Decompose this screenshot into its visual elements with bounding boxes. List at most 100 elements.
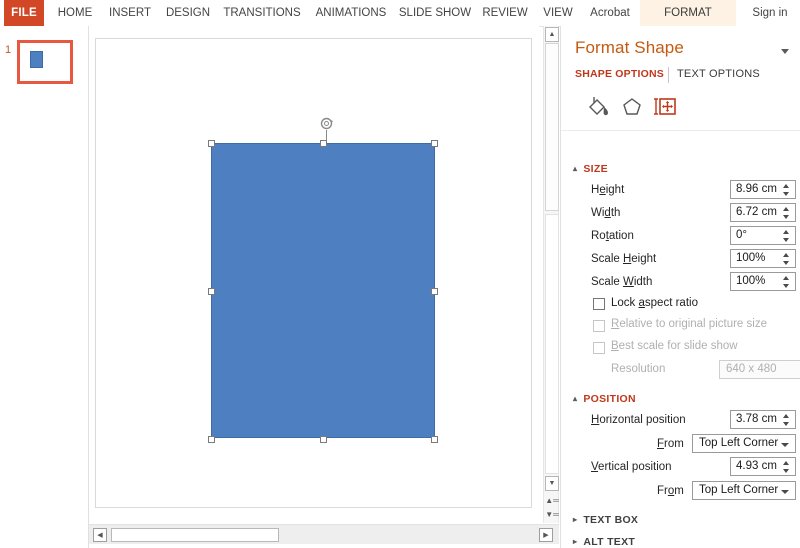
tab-home[interactable]: HOME xyxy=(52,0,98,26)
panel-category-icons xyxy=(575,92,787,128)
resize-handle-bottom-right[interactable] xyxy=(431,436,438,443)
tab-divider xyxy=(668,67,669,83)
tab-acrobat[interactable]: Acrobat xyxy=(584,0,636,26)
vertical-scroll-track[interactable] xyxy=(545,214,559,474)
section-header-position[interactable]: ▴ POSITION xyxy=(573,393,636,405)
scale-height-input[interactable]: 100% xyxy=(730,249,796,268)
width-input[interactable]: 6.72 cm xyxy=(730,203,796,222)
resolution-value: 640 x 480 xyxy=(726,363,777,375)
horizontal-position-value: 3.78 cm xyxy=(736,413,777,425)
scroll-left-icon[interactable]: ◀ xyxy=(93,528,107,542)
horizontal-from-value: Top Left Corner xyxy=(699,437,779,449)
label-height: Height xyxy=(591,184,625,196)
chevron-down-icon[interactable] xyxy=(778,44,792,58)
scale-width-spinner[interactable] xyxy=(783,275,791,289)
horizontal-position-input[interactable]: 3.78 cm xyxy=(730,410,796,429)
chevron-down-icon xyxy=(781,490,789,494)
panel-divider xyxy=(561,130,800,131)
tab-slide-show[interactable]: SLIDE SHOW xyxy=(396,0,474,26)
label-from-vertical: From xyxy=(657,485,684,497)
slide-thumbnail-pane: 1 xyxy=(0,26,89,548)
relative-to-original-picture-size-checkbox xyxy=(593,320,605,332)
fill-and-line-icon[interactable] xyxy=(583,92,613,122)
vertical-from-value: Top Left Corner xyxy=(699,484,779,496)
tab-format[interactable]: FORMAT xyxy=(640,0,736,26)
expand-triangle-icon: ▴ xyxy=(573,164,578,173)
tab-review[interactable]: REVIEW xyxy=(478,0,532,26)
resize-handle-middle-right[interactable] xyxy=(431,288,438,295)
label-lock-aspect-ratio: Lock aspect ratio xyxy=(611,297,698,309)
tab-text-options[interactable]: TEXT OPTIONS xyxy=(677,68,760,80)
label-vertical-position: Vertical position xyxy=(591,461,672,473)
expand-triangle-icon: ▴ xyxy=(573,394,578,403)
vertical-from-dropdown[interactable]: Top Left Corner xyxy=(692,481,796,500)
chevron-down-icon xyxy=(781,443,789,447)
horizontal-position-spinner[interactable] xyxy=(783,413,791,427)
rotation-input[interactable]: 0° xyxy=(730,226,796,245)
rotate-icon[interactable] xyxy=(319,116,334,131)
size-and-properties-icon[interactable] xyxy=(651,92,681,122)
label-best-scale-for-slide-show: Best scale for slide show xyxy=(611,340,738,352)
height-spinner[interactable] xyxy=(783,183,791,197)
label-resolution: Resolution xyxy=(611,363,666,375)
previous-slide-icon[interactable]: ▲═ xyxy=(545,494,559,508)
tab-design[interactable]: DESIGN xyxy=(162,0,214,26)
scroll-up-icon[interactable]: ▲ xyxy=(545,27,559,42)
panel-title: Format Shape xyxy=(575,38,684,57)
scale-height-spinner[interactable] xyxy=(783,252,791,266)
scroll-right-icon[interactable]: ▶ xyxy=(539,528,553,542)
label-scale-height: Scale Height xyxy=(591,253,657,265)
resize-handle-middle-left[interactable] xyxy=(208,288,215,295)
effects-icon[interactable] xyxy=(617,92,647,122)
collapse-triangle-icon: ▸ xyxy=(573,515,578,524)
resize-handle-bottom-left[interactable] xyxy=(208,436,215,443)
thumbnail-frame[interactable] xyxy=(17,40,73,84)
next-slide-icon[interactable]: ▼═ xyxy=(545,508,559,522)
height-input[interactable]: 8.96 cm xyxy=(730,180,796,199)
slide-surface[interactable] xyxy=(95,38,532,508)
vertical-position-spinner[interactable] xyxy=(783,460,791,474)
section-header-text-box[interactable]: ▸ TEXT BOX xyxy=(573,514,638,526)
ribbon-tab-bar: FILE HOME INSERT DESIGN TRANSITIONS ANIM… xyxy=(0,0,800,27)
resize-handle-top-right[interactable] xyxy=(431,140,438,147)
section-title-text-box: TEXT BOX xyxy=(583,514,639,526)
rotation-value: 0° xyxy=(736,229,747,241)
panel-option-tabs: SHAPE OPTIONS TEXT OPTIONS xyxy=(575,67,787,88)
scroll-down-icon[interactable]: ▼ xyxy=(545,476,559,491)
tab-animations[interactable]: ANIMATIONS xyxy=(310,0,392,26)
vertical-position-input[interactable]: 4.93 cm xyxy=(730,457,796,476)
scale-width-input[interactable]: 100% xyxy=(730,272,796,291)
section-header-alt-text[interactable]: ▸ ALT TEXT xyxy=(573,536,635,548)
resize-handle-bottom-center[interactable] xyxy=(320,436,327,443)
powerpoint-window: FILE HOME INSERT DESIGN TRANSITIONS ANIM… xyxy=(0,0,800,548)
tab-shape-options[interactable]: SHAPE OPTIONS xyxy=(575,68,664,80)
lock-aspect-ratio-checkbox[interactable] xyxy=(593,298,605,310)
rotation-spinner[interactable] xyxy=(783,229,791,243)
resize-handle-top-center[interactable] xyxy=(320,140,327,147)
thumbnail-shape-preview xyxy=(30,51,43,68)
vertical-scrollbar[interactable]: ▲ ▼ ▲═ ▼═ xyxy=(543,26,559,523)
width-spinner[interactable] xyxy=(783,206,791,220)
horizontal-scroll-thumb[interactable] xyxy=(111,528,279,542)
resize-handle-top-left[interactable] xyxy=(208,140,215,147)
horizontal-from-dropdown[interactable]: Top Left Corner xyxy=(692,434,796,453)
label-horizontal-position: Horizontal position xyxy=(591,414,686,426)
tab-view[interactable]: VIEW xyxy=(538,0,578,26)
label-relative-to-original-picture-size: Relative to original picture size xyxy=(611,318,767,330)
vertical-scroll-thumb[interactable] xyxy=(545,43,559,211)
tab-file[interactable]: FILE xyxy=(4,0,44,26)
label-scale-width: Scale Width xyxy=(591,276,653,288)
tab-insert[interactable]: INSERT xyxy=(104,0,156,26)
format-shape-panel: Format Shape SHAPE OPTIONS TEXT OPTIONS xyxy=(560,26,800,548)
scale-height-value: 100% xyxy=(736,252,766,264)
section-header-size[interactable]: ▴ SIZE xyxy=(573,163,608,175)
height-value: 8.96 cm xyxy=(736,183,777,195)
slide-canvas-area xyxy=(89,26,539,523)
vertical-position-value: 4.93 cm xyxy=(736,460,777,472)
sign-in-button[interactable]: Sign in xyxy=(744,0,796,26)
best-scale-for-slide-show-checkbox xyxy=(593,342,605,354)
selected-rectangle-shape[interactable] xyxy=(208,117,438,443)
tab-transitions[interactable]: TRANSITIONS xyxy=(218,0,306,26)
thumbnail-slide-1[interactable]: 1 xyxy=(0,34,88,90)
horizontal-scrollbar[interactable]: ◀ ▶ xyxy=(89,524,559,544)
